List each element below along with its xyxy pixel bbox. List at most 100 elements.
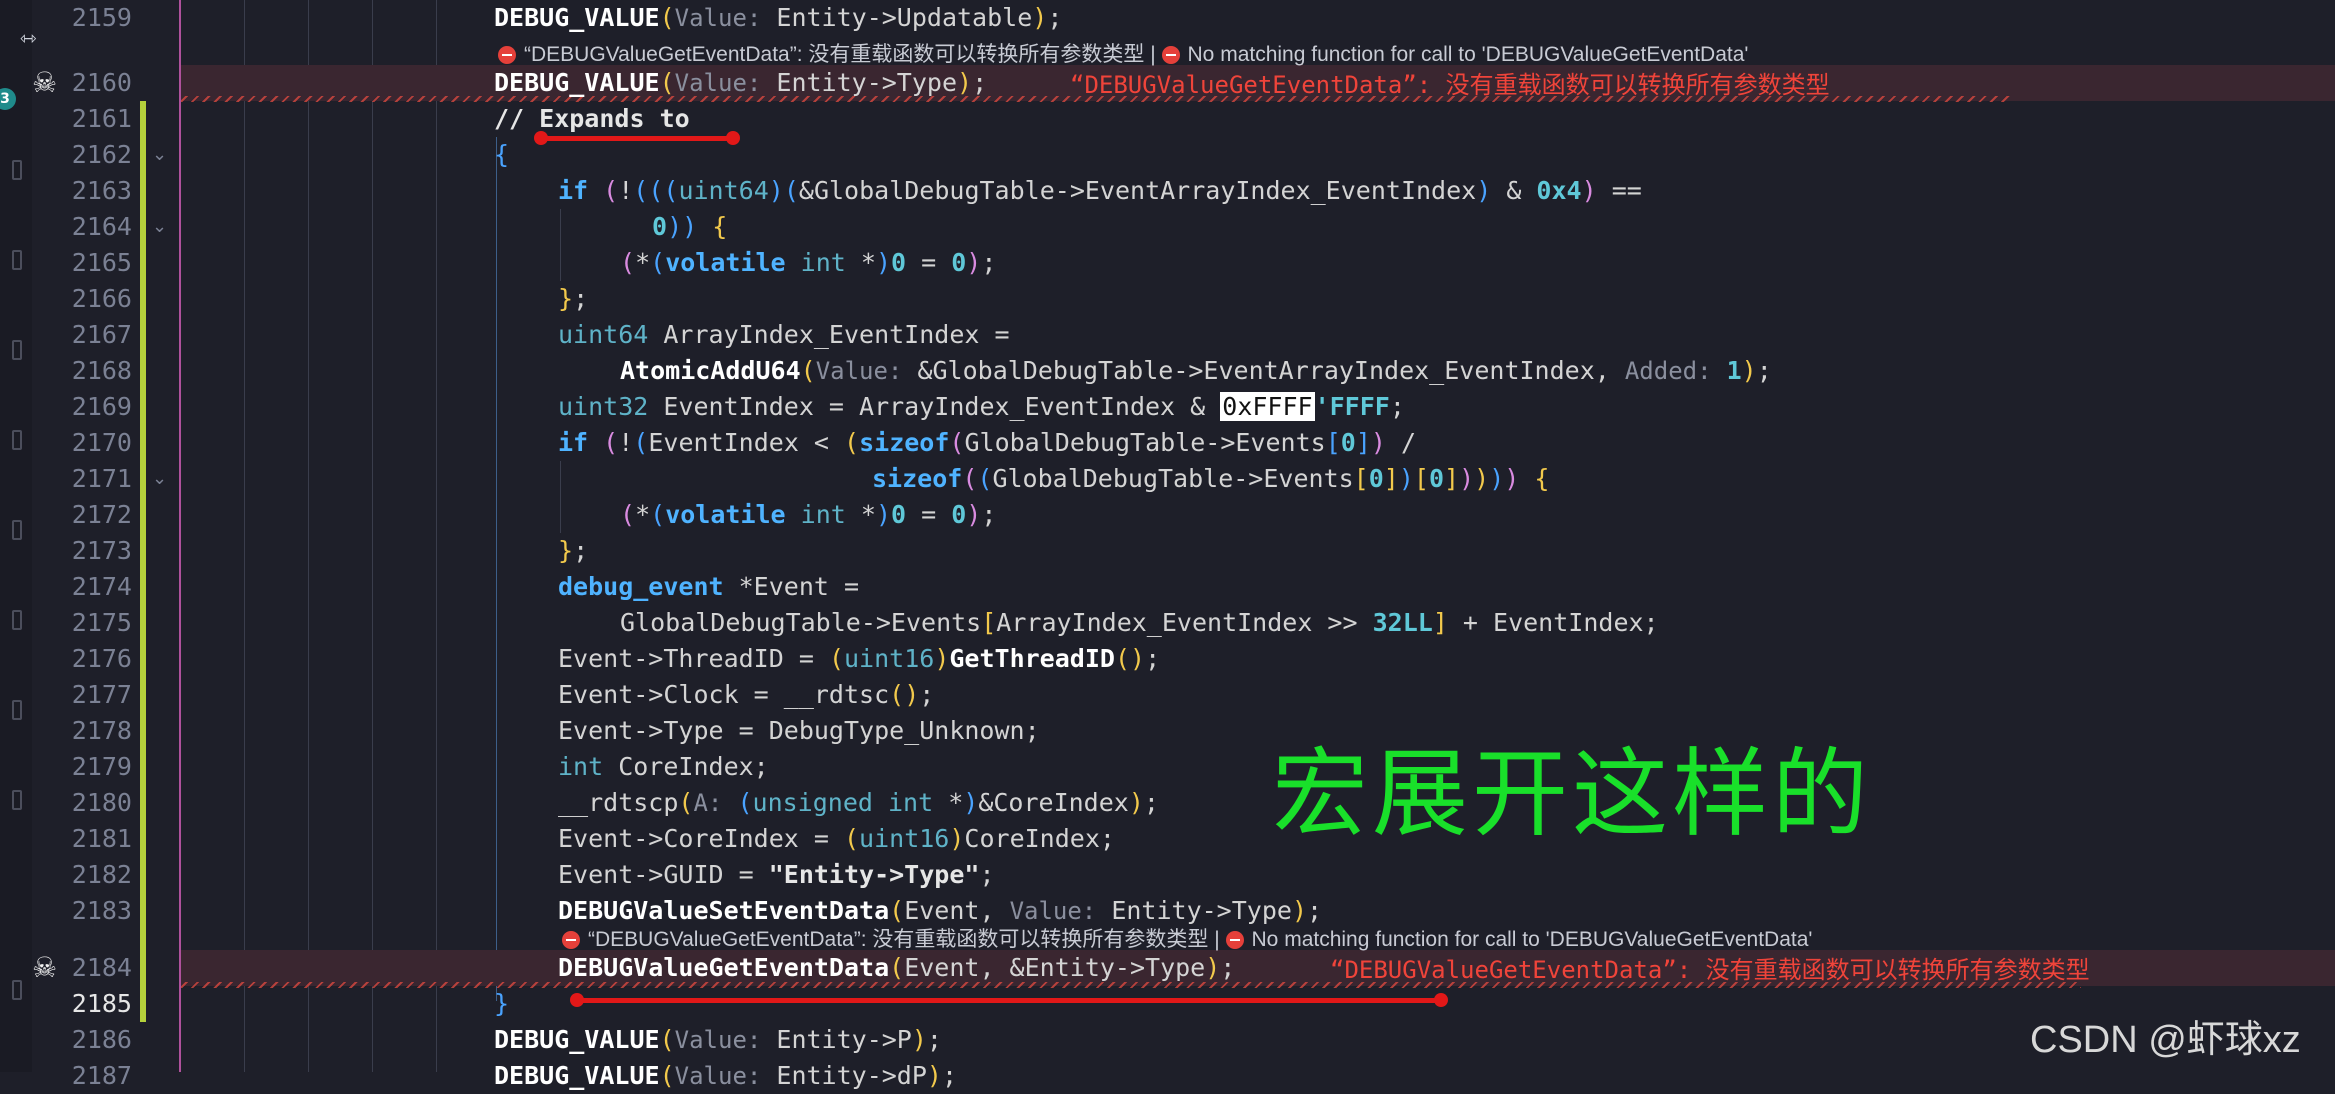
code-token: ; xyxy=(1389,392,1405,421)
code-token: ! xyxy=(618,176,634,205)
code-line[interactable]: Event->CoreIndex = (uint16)CoreIndex; xyxy=(558,821,1115,857)
code-token: ) xyxy=(1741,356,1757,385)
code-token: Entity->dP xyxy=(761,1061,927,1090)
code-line[interactable]: Event->Clock = __rdtsc(); xyxy=(558,677,934,713)
remote-icon[interactable] xyxy=(12,610,22,630)
code-token: * xyxy=(933,788,964,817)
code-line[interactable]: int CoreIndex; xyxy=(558,749,769,785)
skull-error-icon[interactable]: ☠ xyxy=(32,950,68,986)
code-line[interactable]: 0)) { xyxy=(652,209,727,245)
code-token: ( xyxy=(650,500,666,529)
explorer-icon[interactable] xyxy=(12,160,22,180)
code-token: volatile xyxy=(665,500,786,529)
code-token: ( xyxy=(800,356,816,385)
search-icon[interactable] xyxy=(12,250,22,270)
code-line[interactable]: if (!(EventIndex < (sizeof(GlobalDebugTa… xyxy=(558,425,1416,461)
code-token: &CoreIndex xyxy=(978,788,1129,817)
code-line[interactable]: AtomicAddU64(Value: &GlobalDebugTable->E… xyxy=(620,353,1772,389)
fold-chevron-icon[interactable]: ⌄ xyxy=(152,209,167,245)
code-line[interactable]: GlobalDebugTable->Events[ArrayIndex_Even… xyxy=(620,605,1659,641)
code-token: uint64 xyxy=(678,176,769,205)
code-token: ] xyxy=(1432,608,1448,637)
code-token: ( xyxy=(633,428,649,457)
code-token: int xyxy=(800,500,846,529)
line-number: 2175 xyxy=(71,608,132,637)
code-token: } xyxy=(494,989,510,1018)
line-number: 2176 xyxy=(71,644,132,673)
code-token: ) xyxy=(957,68,973,97)
line-number: 2163 xyxy=(71,176,132,205)
fold-chevron-icon[interactable]: ⌄ xyxy=(152,461,167,497)
code-line[interactable]: } xyxy=(494,986,509,1022)
code-token: ) xyxy=(966,500,982,529)
error-hint-text: “DEBUGValueGetEventData”: 没有重载函数可以转换所有参数… xyxy=(588,928,1226,951)
code-token: &GlobalDebugTable->EventArrayIndex_Event… xyxy=(798,176,1477,205)
code-token: GlobalDebugTable->Events xyxy=(620,608,982,637)
code-line[interactable]: if (!(((uint64)(&GlobalDebugTable->Event… xyxy=(558,173,1642,209)
code-token: * xyxy=(635,248,651,277)
code-token: uint16 xyxy=(844,644,935,673)
code-token: )) xyxy=(667,212,698,241)
code-line[interactable]: (*(volatile int *)0 = 0); xyxy=(620,497,996,533)
run-debug-icon[interactable] xyxy=(12,430,22,450)
extensions-icon[interactable] xyxy=(12,520,22,540)
testing-icon[interactable] xyxy=(12,700,22,720)
line-number: 2165 xyxy=(71,248,132,277)
line-number: 2182 xyxy=(71,860,132,889)
code-line[interactable]: (*(volatile int *)0 = 0); xyxy=(620,245,996,281)
code-token: &GlobalDebugTable->EventArrayIndex_Event… xyxy=(902,356,1625,385)
code-token: Value: xyxy=(674,4,762,32)
code-line[interactable]: DEBUG_VALUE(Value: Entity->Type); xyxy=(494,65,987,101)
code-line[interactable]: { xyxy=(494,137,509,173)
code-line[interactable]: DEBUG_VALUE(Value: Entity->dP); xyxy=(494,1058,957,1094)
code-token: A: xyxy=(693,789,723,817)
code-token: CoreIndex; xyxy=(603,752,769,781)
code-line[interactable]: sizeof((GlobalDebugTable->Events[0])[0])… xyxy=(872,461,1549,497)
code-token: 0 xyxy=(951,500,967,529)
code-line[interactable]: // Expands to xyxy=(494,101,690,137)
code-line[interactable]: uint32 EventIndex = ArrayIndex_EventInde… xyxy=(558,389,1405,425)
code-line[interactable]: DEBUG_VALUE(Value: Entity->Updatable); xyxy=(494,0,1062,36)
line-number: 2187 xyxy=(71,1061,132,1090)
fold-chevron-icon[interactable]: ⌄ xyxy=(152,137,167,173)
code-token: ArrayIndex_EventIndex = xyxy=(648,320,1010,349)
code-token: uint16 xyxy=(859,824,950,853)
line-number: 2170 xyxy=(71,428,132,457)
skull-error-icon[interactable]: ☠ xyxy=(32,65,68,101)
code-token: ; xyxy=(941,1061,958,1090)
code-line[interactable]: __rdtscp(A: (unsigned int *)&CoreIndex); xyxy=(558,785,1159,821)
line-number-gutter: 2159 2160 ☠ 2161 2162 ⌄ 2163 2164 ⌄ 2165 2166 2167 2… xyxy=(32,0,167,1090)
code-line[interactable]: DEBUG_VALUE(Value: Entity->P); xyxy=(494,1022,942,1058)
terminal-icon[interactable] xyxy=(12,790,22,810)
code-token: ((( xyxy=(633,176,679,205)
error-hint-text: No matching function for call to 'DEBUGV… xyxy=(1187,43,1749,66)
code-line[interactable]: Event->ThreadID = (uint16)GetThreadID(); xyxy=(558,641,1160,677)
code-token: ) xyxy=(949,824,965,853)
indent-guide xyxy=(436,0,437,1072)
code-token: AtomicAddU64 xyxy=(620,356,801,385)
error-hint[interactable]: “DEBUGValueGetEventData”: 没有重载函数可以转换所有参数… xyxy=(498,38,1748,66)
code-line[interactable]: debug_event *Event = xyxy=(558,569,859,605)
inline-error-message: “DEBUGValueGetEventData”: 没有重载函数可以转换所有参数… xyxy=(1070,71,1830,99)
account-icon[interactable] xyxy=(12,980,22,1000)
code-line[interactable]: Event->GUID = "Entity->Type"; xyxy=(558,857,995,893)
code-token: 0 xyxy=(1368,464,1384,493)
code-token: / xyxy=(1385,428,1417,457)
code-token: *Event = xyxy=(723,572,860,601)
code-line[interactable]: uint64 ArrayIndex_EventIndex = xyxy=(558,317,1010,353)
code-token: "Entity->Type" xyxy=(768,860,980,889)
notification-badge[interactable]: 3 xyxy=(0,88,16,110)
code-line[interactable]: }; xyxy=(558,281,588,317)
code-token: ; xyxy=(979,860,995,889)
source-control-icon[interactable] xyxy=(12,340,22,360)
code-line[interactable]: Event->Type = DebugType_Unknown; xyxy=(558,713,1040,749)
error-hint[interactable]: “DEBUGValueGetEventData”: 没有重载函数可以转换所有参数… xyxy=(562,923,1812,951)
code-token: & xyxy=(1491,176,1537,205)
code-token: ] xyxy=(1444,464,1460,493)
code-token: * xyxy=(845,248,876,277)
line-number: 2164 xyxy=(71,212,132,241)
activity-bar: 3 ⇿ xyxy=(0,0,37,1072)
code-line[interactable]: }; xyxy=(558,533,588,569)
code-line[interactable]: DEBUGValueGetEventData(Event, &Entity->T… xyxy=(558,950,1235,986)
